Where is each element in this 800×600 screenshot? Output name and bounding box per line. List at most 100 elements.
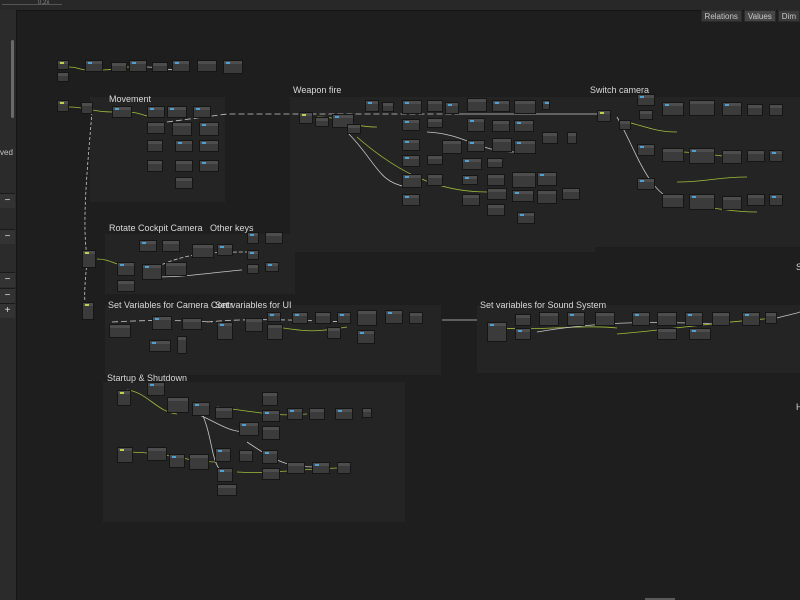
graph-node[interactable] [262,426,280,440]
graph-node[interactable] [142,264,162,280]
collapse-button-2[interactable]: − [0,229,15,244]
graph-node[interactable] [193,106,211,118]
graph-node[interactable] [265,232,283,244]
graph-node[interactable] [175,177,193,189]
graph-node[interactable] [722,196,742,210]
graph-node[interactable] [152,62,168,72]
graph-node[interactable] [223,60,243,74]
graph-node[interactable] [512,190,534,202]
graph-node[interactable] [247,264,259,274]
graph-node[interactable] [487,322,507,342]
graph-node[interactable] [192,244,214,258]
graph-node[interactable] [82,302,94,320]
graph-node[interactable] [769,194,783,206]
graph-node[interactable] [427,100,443,112]
graph-node[interactable] [514,140,536,154]
left-panel-scrollbar[interactable] [11,40,14,118]
graph-node[interactable] [539,312,559,326]
graph-node[interactable] [357,310,377,326]
graph-node[interactable] [662,102,684,116]
graph-node[interactable] [409,312,423,324]
collapse-button-3[interactable]: − [0,272,15,287]
graph-node[interactable] [177,336,187,354]
graph-node[interactable] [492,100,510,112]
graph-node[interactable] [315,312,331,324]
graph-node[interactable] [81,102,93,114]
graph-node[interactable] [172,60,190,72]
graph-node[interactable] [747,104,763,116]
graph-node[interactable] [147,447,167,461]
graph-node[interactable] [57,60,69,70]
graph-node[interactable] [217,484,237,496]
graph-node[interactable] [357,330,375,344]
tab-relations[interactable]: Relations [700,10,742,22]
graph-node[interactable] [515,328,531,340]
graph-node[interactable] [117,262,135,276]
graph-node[interactable] [111,62,127,72]
graph-node[interactable] [402,100,422,114]
graph-node[interactable] [385,310,403,324]
graph-node[interactable] [657,328,677,340]
graph-node[interactable] [632,312,650,326]
graph-node[interactable] [712,312,730,326]
graph-node[interactable] [662,194,684,208]
graph-node[interactable] [82,250,96,268]
graph-node[interactable] [765,312,777,324]
graph-node[interactable] [689,148,715,164]
graph-node[interactable] [327,327,341,339]
graph-node[interactable] [149,340,171,352]
node-graph-canvas[interactable]: Movement Weapon fire Switch camera Rotat… [17,22,800,600]
graph-node[interactable] [445,102,459,114]
tab-dim[interactable]: Dim [777,10,800,22]
graph-node[interactable] [515,314,531,326]
graph-node[interactable] [657,312,677,326]
graph-node[interactable] [117,447,133,463]
graph-node[interactable] [262,450,278,464]
graph-node[interactable] [217,244,233,256]
graph-node[interactable] [597,110,611,122]
graph-node[interactable] [215,448,231,462]
graph-node[interactable] [689,100,715,116]
graph-node[interactable] [462,158,482,170]
graph-node[interactable] [537,172,557,186]
graph-node[interactable] [747,194,765,206]
graph-node[interactable] [247,232,259,244]
graph-node[interactable] [139,240,157,252]
graph-node[interactable] [685,312,703,326]
graph-node[interactable] [167,106,187,118]
graph-node[interactable] [689,328,711,340]
graph-node[interactable] [487,188,507,200]
graph-node[interactable] [172,122,192,136]
graph-node[interactable] [287,408,303,420]
graph-node[interactable] [562,188,580,200]
graph-node[interactable] [262,410,280,422]
graph-node[interactable] [517,212,535,224]
graph-node[interactable] [147,140,163,152]
graph-node[interactable] [199,140,219,152]
graph-node[interactable] [57,72,69,82]
graph-node[interactable] [567,132,577,144]
graph-node[interactable] [382,102,394,112]
graph-node[interactable] [245,318,263,332]
graph-node[interactable] [147,160,163,172]
graph-node[interactable] [347,124,361,134]
graph-node[interactable] [467,118,485,132]
collapse-button-4[interactable]: − [0,288,15,303]
graph-node[interactable] [147,382,165,396]
graph-node[interactable] [747,150,765,162]
graph-node[interactable] [117,280,135,292]
graph-node[interactable] [462,194,480,206]
graph-node[interactable] [427,155,443,165]
graph-node[interactable] [147,122,165,134]
tab-values[interactable]: Values [743,10,776,22]
graph-node[interactable] [492,138,512,152]
graph-node[interactable] [147,106,165,118]
graph-node[interactable] [215,407,233,419]
graph-node[interactable] [167,397,189,413]
graph-node[interactable] [175,140,193,152]
graph-node[interactable] [402,139,420,151]
graph-node[interactable] [217,468,233,482]
graph-node[interactable] [567,312,585,326]
graph-node[interactable] [287,462,305,474]
graph-node[interactable] [262,468,280,480]
